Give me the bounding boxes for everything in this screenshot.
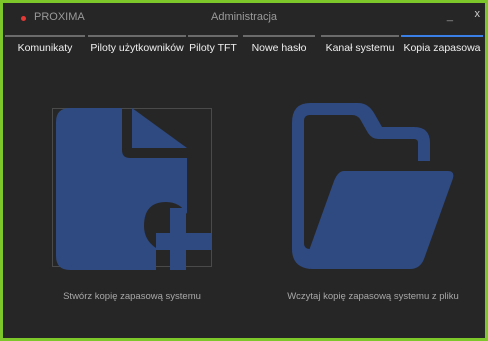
tab-label: Komunikaty xyxy=(17,42,73,54)
folder-open-icon xyxy=(292,103,454,269)
load-backup-button[interactable]: Wczytaj kopię zapasową systemu z pliku xyxy=(287,103,459,302)
tab-indicator xyxy=(188,35,238,37)
load-backup-label: Wczytaj kopię zapasową systemu z pliku xyxy=(287,291,459,302)
tab-indicator xyxy=(401,35,483,37)
tab-label: Nowe hasło xyxy=(251,42,307,54)
tab-label: Piloty użytkowników xyxy=(90,42,184,54)
tab-komunikaty[interactable]: Komunikaty xyxy=(5,35,85,61)
tab-nowe-haslo[interactable]: Nowe hasło xyxy=(243,35,315,61)
tab-label: Kanał systemu xyxy=(325,42,395,54)
title-bar[interactable]: PROXIMA Administracja _ x xyxy=(3,3,485,35)
tab-indicator xyxy=(5,35,85,37)
create-backup-label: Stwórz kopię zapasową systemu xyxy=(63,291,201,302)
backup-panel: Stwórz kopię zapasową systemu Wczytaj ko… xyxy=(3,61,485,338)
create-backup-button[interactable]: Stwórz kopię zapasową systemu xyxy=(52,108,212,302)
admin-window: PROXIMA Administracja _ x Komunikaty Pil… xyxy=(0,0,488,341)
tab-bar: Komunikaty Piloty użytkowników Piloty TF… xyxy=(3,35,485,61)
close-button[interactable]: x xyxy=(475,8,481,20)
tab-label: Piloty TFT xyxy=(189,42,237,54)
tab-piloty-tft[interactable]: Piloty TFT xyxy=(188,35,238,61)
tab-piloty-uzytkownikow[interactable]: Piloty użytkowników xyxy=(88,35,186,61)
tab-label: Kopia zapasowa xyxy=(403,42,481,54)
tab-kopia-zapasowa[interactable]: Kopia zapasowa xyxy=(401,35,483,61)
file-plus-icon xyxy=(52,108,212,270)
tab-indicator xyxy=(321,35,399,37)
tab-indicator xyxy=(88,35,186,37)
tab-kanal-systemu[interactable]: Kanał systemu xyxy=(321,35,399,61)
tab-indicator xyxy=(243,35,315,37)
window-title: Administracja xyxy=(210,11,278,23)
minimize-button[interactable]: _ xyxy=(447,10,453,22)
